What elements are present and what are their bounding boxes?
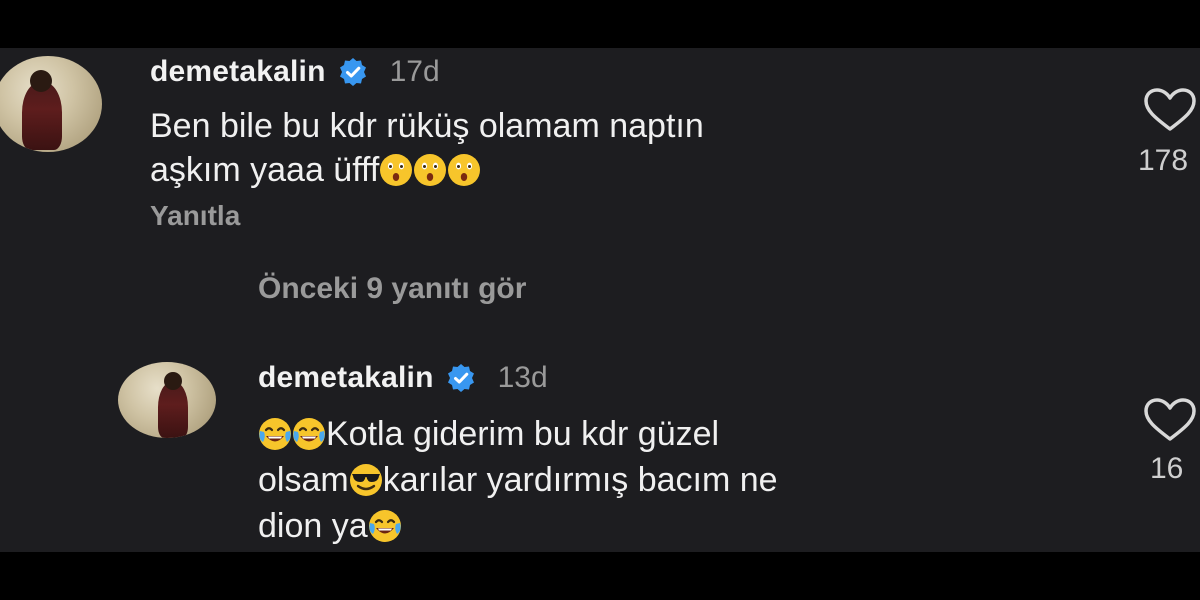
reply-item: demetakalin 13d Kotla giderim bu kdr güz… [0, 348, 1200, 552]
avatar[interactable] [0, 56, 102, 152]
like-button[interactable] [1142, 398, 1198, 442]
comment-text-line: dion ya [258, 504, 402, 548]
like-count: 16 [1150, 452, 1184, 485]
heart-icon [1144, 88, 1196, 131]
face-with-tears-of-joy-icon [368, 510, 401, 542]
like-count: 178 [1138, 144, 1189, 177]
comment-text: Kotla giderim bu kdr güzel [326, 415, 720, 453]
comment-text-line: aşkım yaaa üfff [150, 148, 481, 192]
comment-text: olsam [258, 461, 349, 499]
like-button[interactable] [1142, 88, 1198, 132]
comment-item: demetakalin 17d Ben bile bu kdr rüküş ol… [0, 48, 1200, 248]
comments-panel: demetakalin 17d Ben bile bu kdr rüküş ol… [0, 48, 1200, 552]
astonished-face-icon [414, 154, 447, 186]
comment-text: karılar yardırmış bacım ne [382, 461, 778, 499]
astonished-face-icon [380, 154, 413, 186]
face-with-tears-of-joy-icon [259, 418, 291, 450]
comment-text-line: Kotla giderim bu kdr güzel [258, 412, 719, 456]
comment-text: dion ya [258, 507, 368, 545]
heart-icon [1144, 398, 1196, 441]
comment-time: 17d [389, 55, 440, 88]
comment-text: Ben bile bu kdr rüküş olamam naptın [150, 107, 704, 145]
comment-text: aşkım yaaa üfff [150, 151, 380, 189]
username[interactable]: demetakalin [150, 55, 326, 89]
comment-text-line: olsam karılar yardırmış bacım ne [258, 458, 778, 502]
astonished-face-icon [448, 154, 481, 186]
face-with-tears-of-joy-icon [293, 418, 325, 450]
verified-badge-icon [447, 364, 474, 392]
verified-badge-icon [339, 58, 366, 86]
comment-time: 13d [497, 361, 548, 394]
screen: demetakalin 17d Ben bile bu kdr rüküş ol… [0, 0, 1200, 600]
username[interactable]: demetakalin [258, 361, 434, 395]
reply-button[interactable]: Yanıtla [150, 200, 240, 232]
avatar[interactable] [118, 362, 216, 438]
comment-text-line: Ben bile bu kdr rüküş olamam naptın [150, 104, 704, 148]
view-previous-replies-link[interactable]: Önceki 9 yanıtı gör [258, 272, 526, 306]
smiling-face-with-sunglasses-icon [349, 464, 382, 496]
